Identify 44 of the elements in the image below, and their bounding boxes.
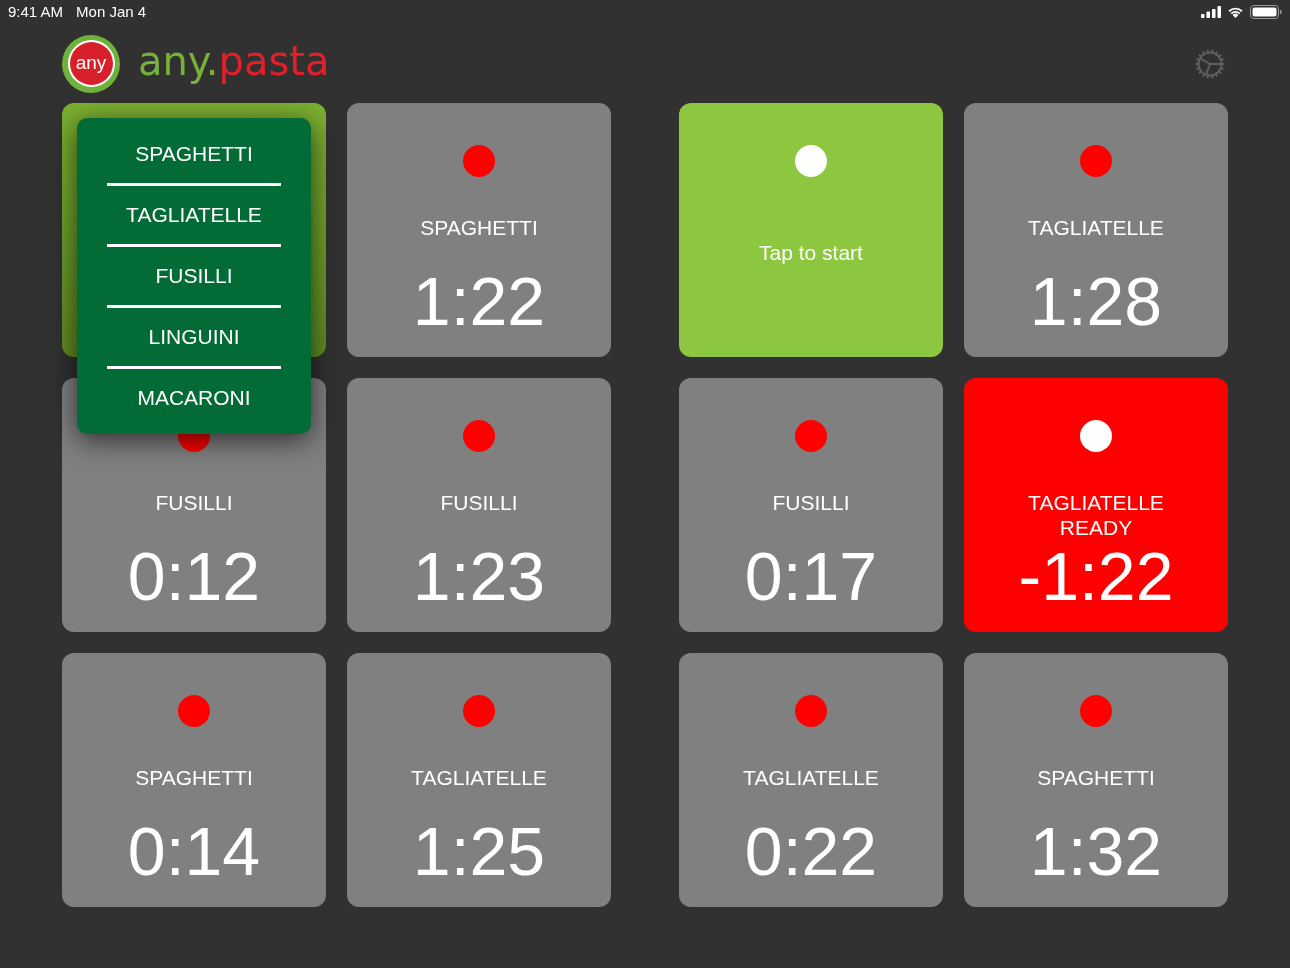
timer-tile[interactable]: Tap to start (679, 103, 943, 357)
timer-tile[interactable]: TAGLIATELLE READY -1:22 (964, 378, 1228, 632)
pasta-name: SPAGHETTI (420, 215, 538, 240)
timer-tile[interactable]: TAGLIATELLE 0:22 (679, 653, 943, 907)
timer-text: 0:14 (127, 817, 261, 885)
timer-tile[interactable]: SPAGHETTI 1:22 (347, 103, 611, 357)
pasta-name: TAGLIATELLE (411, 765, 547, 790)
wifi-icon (1227, 6, 1244, 18)
timer-text: 0:22 (744, 817, 878, 885)
pasta-name: SPAGHETTI (135, 765, 253, 790)
settings-icon[interactable] (1194, 47, 1226, 80)
menu-item[interactable]: SPAGHETTI (77, 125, 311, 183)
menu-item[interactable]: LINGUINI (77, 308, 311, 366)
timer-text: -1:22 (1018, 542, 1174, 610)
app-logo-text: any.pasta (138, 40, 330, 86)
pasta-name: SPAGHETTI (1037, 765, 1155, 790)
timer-tile[interactable]: FUSILLI 0:17 (679, 378, 943, 632)
pasta-name: TAGLIATELLE (1028, 215, 1164, 240)
date-text: Mon Jan 4 (76, 1, 147, 22)
prompt-text: Tap to start (759, 241, 863, 265)
timer-text: 0:12 (127, 542, 261, 610)
battery-icon (1250, 5, 1282, 19)
pasta-name: TAGLIATELLE (1028, 490, 1164, 515)
timer-text: 1:25 (412, 817, 546, 885)
timer-text: 1:23 (412, 542, 546, 610)
status-text: READY (1059, 515, 1133, 540)
clock-text: 9:41 AM (8, 1, 64, 22)
timer-tile[interactable]: SPAGHETTI 1:32 (964, 653, 1228, 907)
pasta-name: FUSILLI (155, 490, 233, 515)
timer-tile[interactable]: TAGLIATELLE 1:25 (347, 653, 611, 907)
timer-text: 1:22 (412, 267, 546, 335)
timer-tile[interactable]: TAGLIATELLE 1:28 (964, 103, 1228, 357)
menu-item[interactable]: TAGLIATELLE (77, 186, 311, 244)
timer-tile[interactable]: SPAGHETTI 0:14 (62, 653, 326, 907)
logo-emblem: any (62, 34, 120, 93)
pasta-name: FUSILLI (440, 490, 518, 515)
signal-icon (1201, 6, 1221, 18)
pasta-name: FUSILLI (772, 490, 850, 515)
timer-text: 1:32 (1029, 817, 1163, 885)
pasta-name: TAGLIATELLE (743, 765, 879, 790)
menu-item[interactable]: FUSILLI (77, 247, 311, 305)
timer-tile[interactable]: FUSILLI 1:23 (347, 378, 611, 632)
timer-text: 0:17 (744, 542, 878, 610)
timer-text: 1:28 (1029, 267, 1163, 335)
